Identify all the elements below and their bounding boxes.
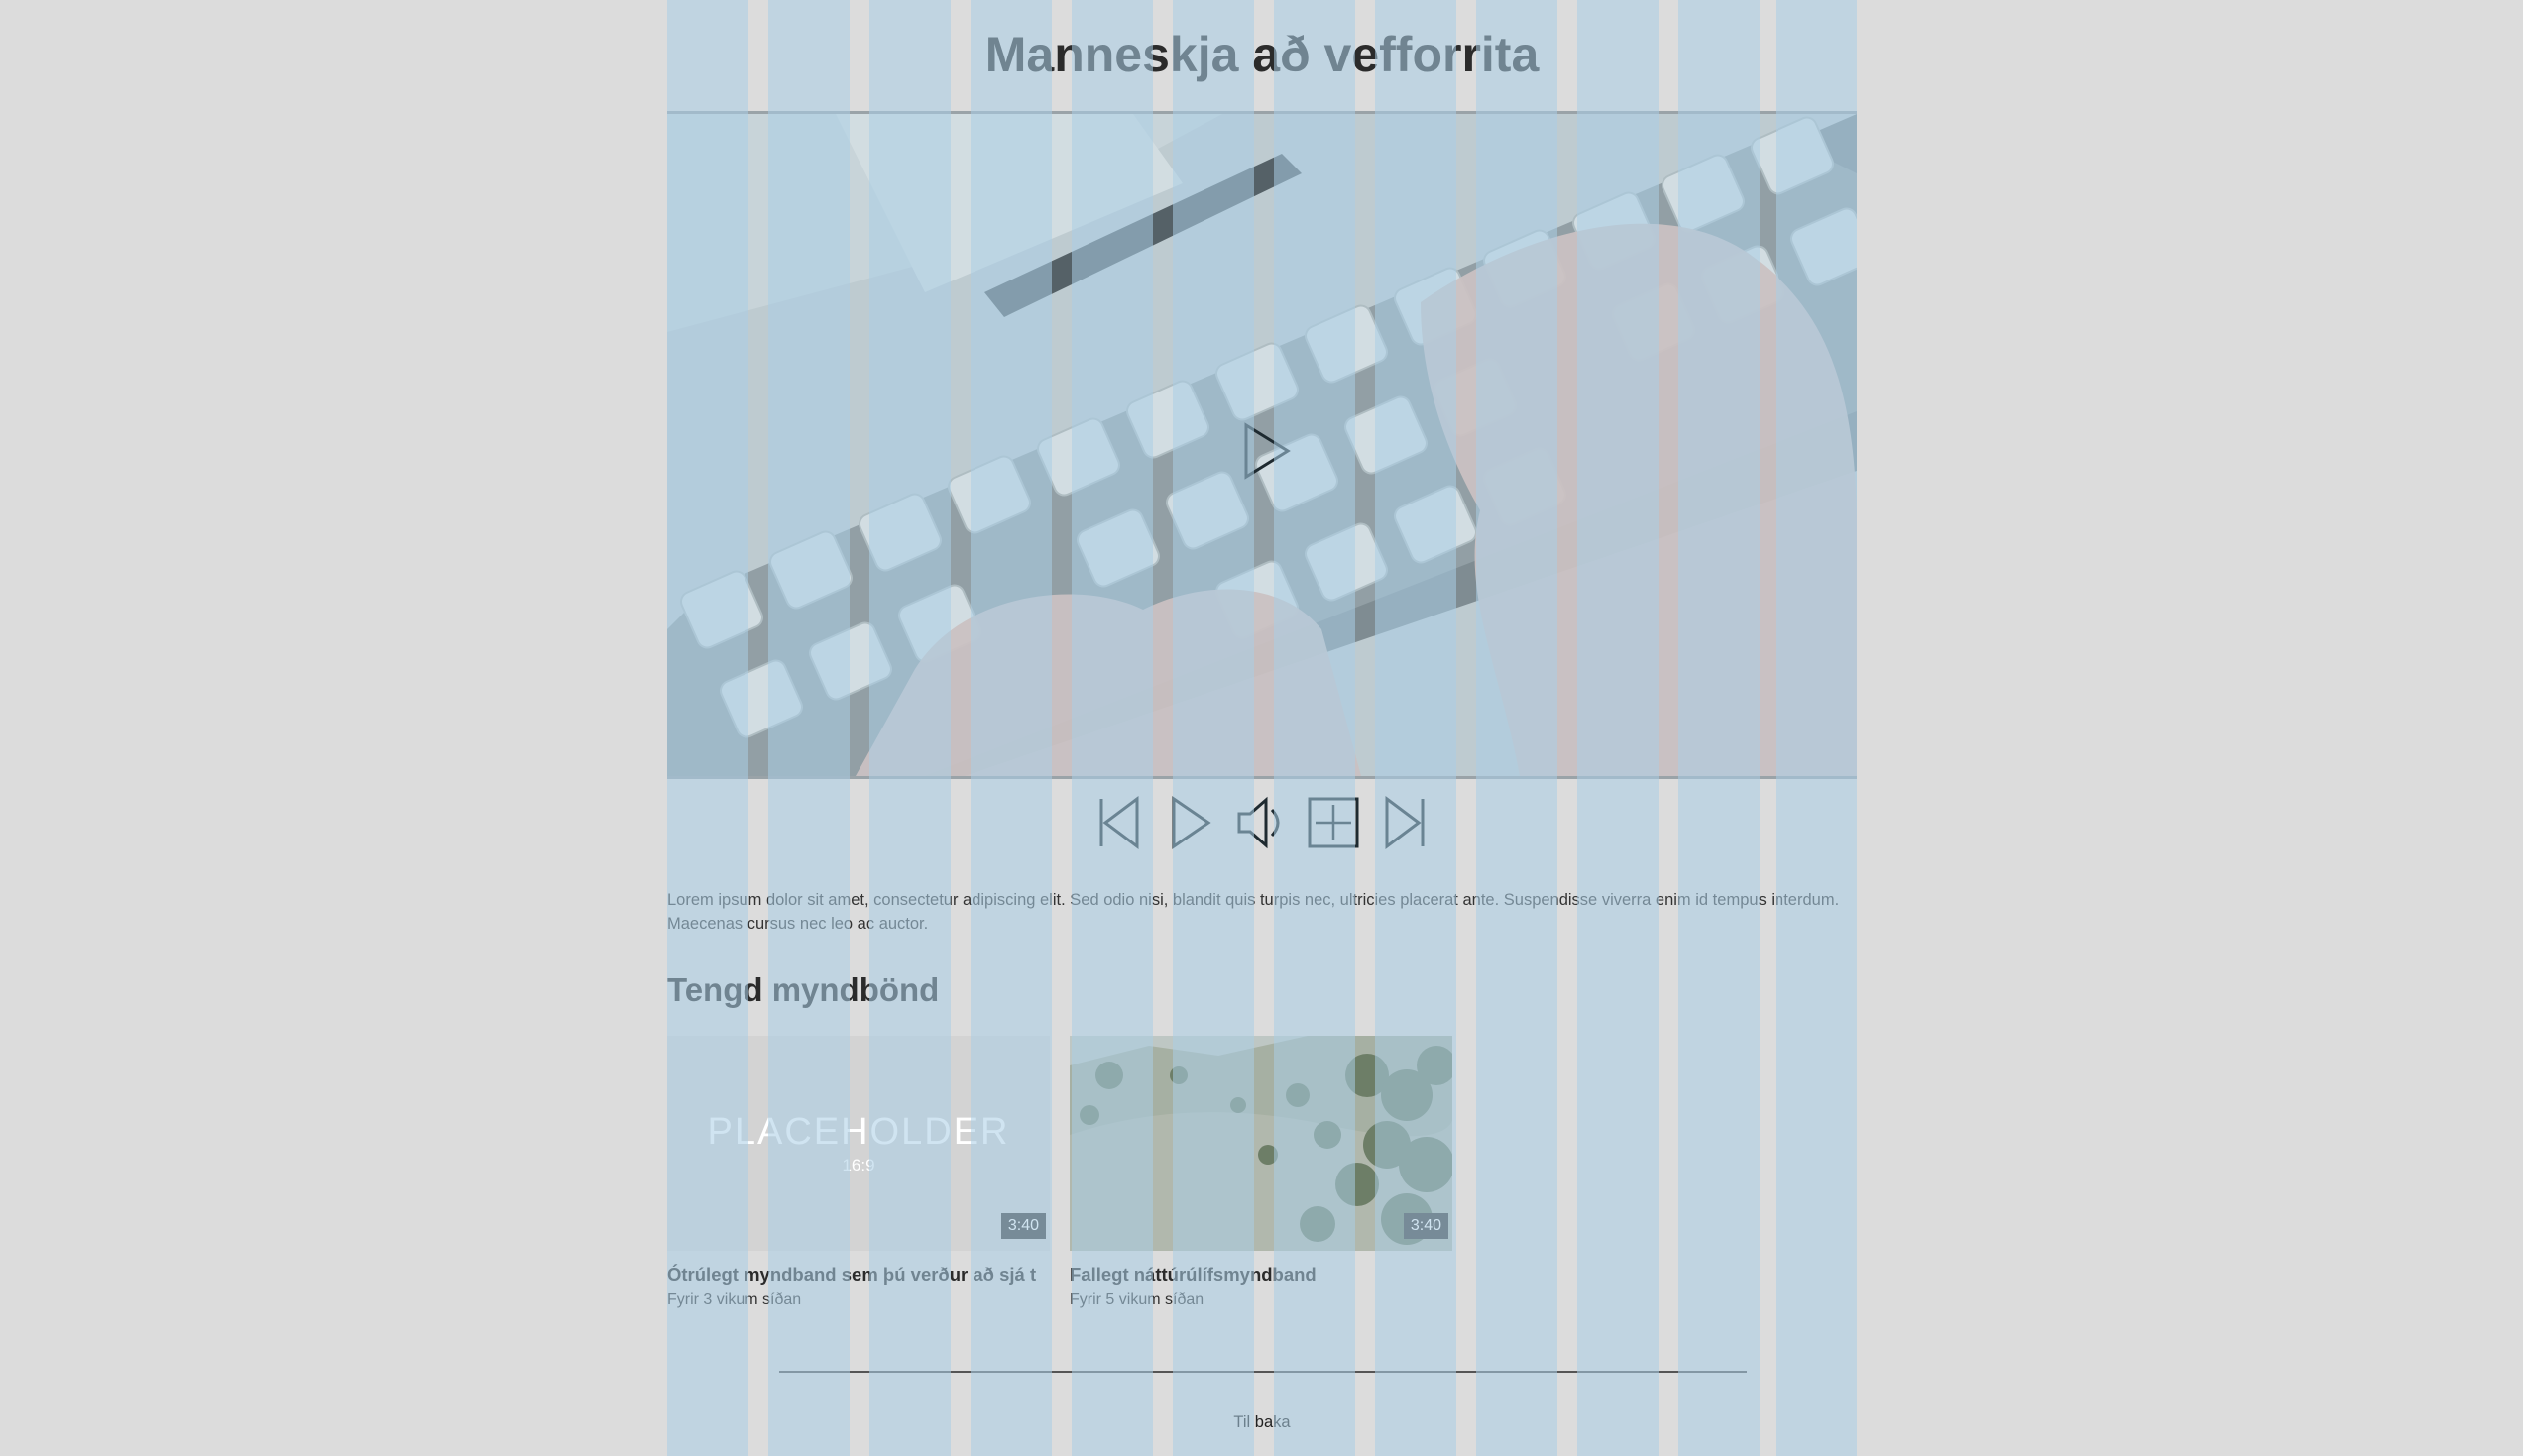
placeholder-ratio: 16:9 (842, 1156, 875, 1175)
video-age: Fyrir 5 vikum síðan (1070, 1291, 1204, 1308)
footer-divider (779, 1371, 1747, 1373)
related-heading: Tengd myndbönd (667, 971, 940, 1008)
video-age: Fyrir 3 vikum síðan (667, 1291, 802, 1308)
skip-back-icon (1099, 796, 1139, 849)
landscape-thumbnail (1070, 1036, 1452, 1251)
video-title[interactable]: Fallegt náttúrúlífsmyndband (1070, 1264, 1452, 1286)
skip-forward-icon (1385, 796, 1425, 849)
play-button[interactable] (1165, 793, 1216, 852)
video-title[interactable]: Ótrúlegt myndband sem þú verður að sjá t (667, 1264, 1050, 1286)
video-player[interactable] (667, 111, 1857, 779)
plus-box-icon (1308, 797, 1359, 848)
back-link[interactable]: Til baka (667, 1413, 1857, 1432)
related-video-card[interactable]: PLACEHOLDER 16:9 3:40 Ótrúlegt myndband … (667, 1036, 1050, 1309)
video-description: Lorem ipsum dolor sit amet, consectetur … (667, 891, 1840, 933)
placeholder-title: PLACEHOLDER (707, 1111, 1010, 1153)
page: Manneskja að vefforrita Lorem ipsum dolo… (667, 0, 1857, 1456)
duration-badge: 3:40 (1000, 1213, 1046, 1239)
player-controls (667, 793, 1857, 858)
speaker-icon (1237, 796, 1280, 849)
next-button[interactable] (1379, 793, 1431, 852)
previous-button[interactable] (1093, 793, 1145, 852)
duration-badge: 3:40 (1403, 1213, 1448, 1239)
volume-button[interactable] (1236, 793, 1288, 852)
page-title: Manneskja að vefforrita (984, 27, 1540, 82)
play-icon[interactable] (1242, 421, 1292, 481)
video-thumbnail[interactable]: 3:40 (1070, 1036, 1452, 1251)
play-icon (1172, 796, 1211, 849)
fullscreen-button[interactable] (1308, 793, 1359, 852)
video-thumbnail[interactable]: PLACEHOLDER 16:9 3:40 (667, 1036, 1050, 1251)
related-video-card[interactable]: 3:40 Fallegt náttúrúlífsmyndband Fyrir 5… (1070, 1036, 1452, 1309)
